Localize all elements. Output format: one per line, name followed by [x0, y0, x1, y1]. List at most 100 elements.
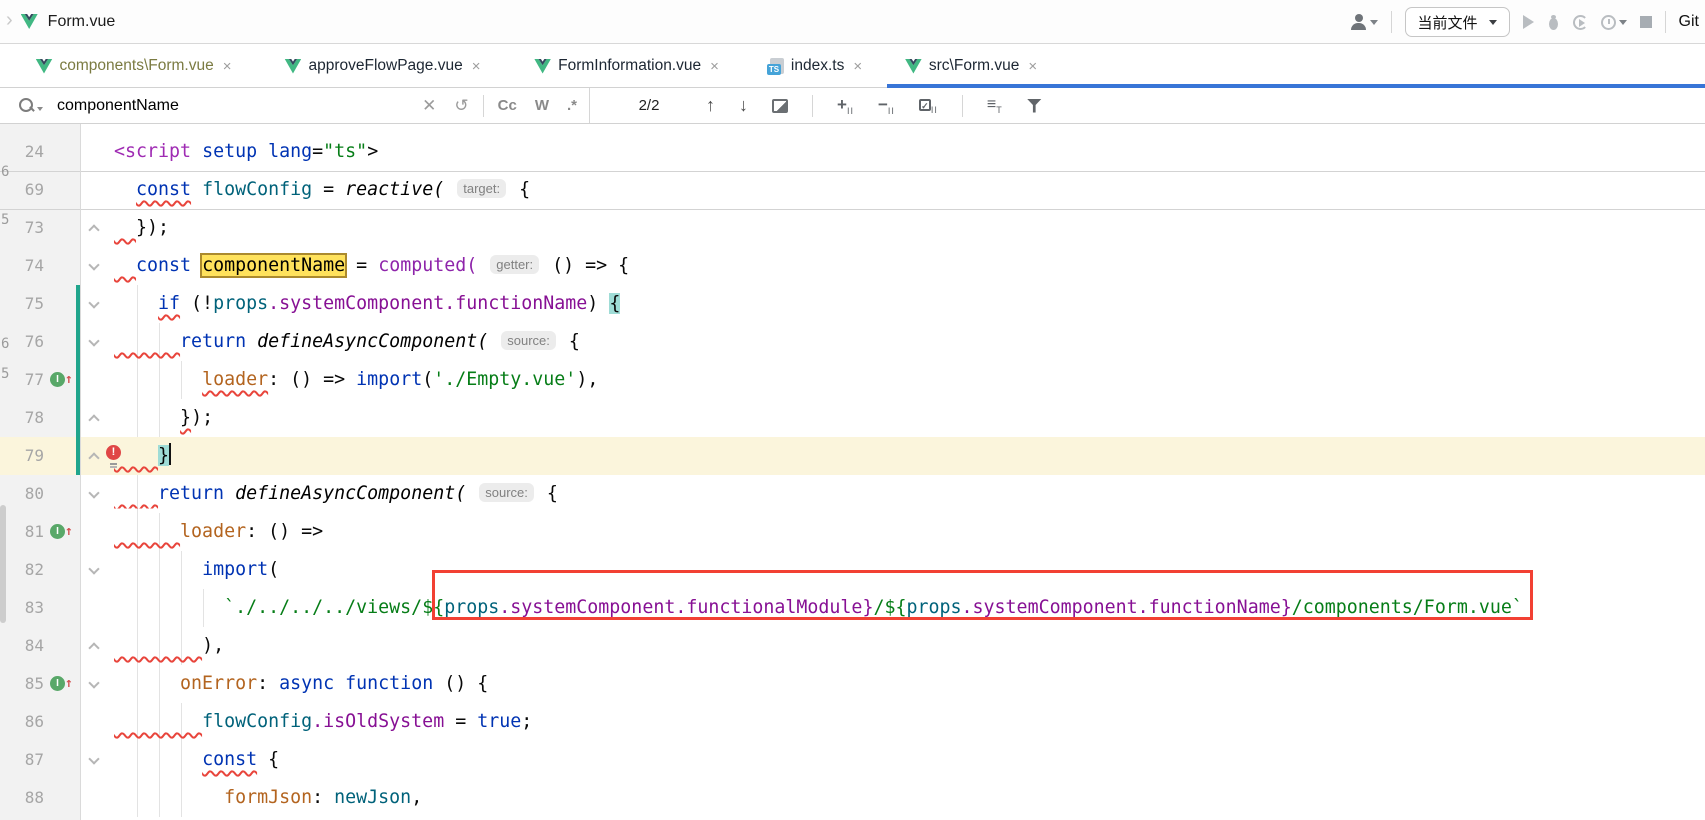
search-mode-button[interactable] — [18, 97, 43, 115]
fold-up-icon[interactable] — [88, 412, 99, 423]
code-text[interactable]: ! } — [114, 437, 1705, 475]
implementation-marker-icon[interactable]: I↑ — [50, 372, 73, 387]
run-button[interactable] — [1523, 15, 1534, 29]
code-text[interactable]: <script setup lang="ts"> — [114, 133, 1705, 171]
tab-2[interactable]: FormInformation.vue × — [508, 44, 745, 88]
fold-down-icon[interactable] — [88, 488, 99, 499]
tab-close-icon[interactable]: × — [1028, 58, 1037, 75]
fold-up-icon[interactable] — [88, 450, 99, 461]
tab-close-icon[interactable]: × — [853, 58, 862, 75]
code-segment: './Empty.vue' — [433, 369, 576, 390]
line-number: 77I↑ — [0, 361, 80, 399]
code-text[interactable]: }); — [114, 209, 1705, 247]
code-segment: } — [158, 445, 169, 466]
error-bulb-icon[interactable]: ! — [106, 445, 121, 460]
code-segment — [114, 559, 202, 580]
filter-funnel-icon[interactable] — [1027, 99, 1042, 113]
code-text[interactable]: loader: () => import('./Empty.vue'), — [114, 361, 1705, 399]
remove-occurrence-button[interactable]: −II — [878, 95, 895, 116]
code-text[interactable]: flowConfig.isOldSystem = true; — [114, 703, 1705, 741]
code-segment — [114, 407, 180, 428]
toolbar-divider — [1665, 11, 1666, 33]
user-avatar-button[interactable] — [1350, 14, 1378, 30]
open-in-find-window-button[interactable] — [772, 99, 788, 113]
next-occurrence-button[interactable]: ↓ — [739, 95, 748, 116]
code-text[interactable]: formJson: newJson, — [114, 779, 1705, 817]
regex-toggle[interactable]: .* — [567, 97, 577, 114]
code-segment: : — [257, 673, 279, 694]
implementation-marker-icon[interactable]: I↑ — [50, 676, 73, 691]
fold-down-icon[interactable] — [88, 754, 99, 765]
code-text[interactable]: return defineAsyncComponent( source: { — [114, 323, 1705, 361]
vue-file-icon — [284, 59, 301, 74]
search-field-area[interactable]: componentName ✕ ↺ Cc W .* — [0, 88, 590, 123]
search-input[interactable]: componentName — [57, 97, 179, 115]
code-segment: : — [312, 787, 334, 808]
line-number: 24 — [0, 133, 80, 171]
code-text[interactable]: const componentName = computed( getter: … — [114, 247, 1705, 285]
fold-down-icon[interactable] — [88, 336, 99, 347]
add-occurrence-button[interactable]: +II — [837, 95, 854, 116]
fold-down-icon[interactable] — [88, 564, 99, 575]
code-segment: : () => — [268, 369, 356, 390]
code-segment: = — [312, 141, 323, 162]
whole-words-toggle[interactable]: W — [535, 97, 549, 114]
code-segment: if — [158, 293, 180, 314]
run-configuration-dropdown[interactable]: 当前文件 — [1405, 7, 1510, 37]
previous-occurrence-button[interactable]: ↑ — [706, 95, 715, 116]
code-segment: , — [411, 787, 422, 808]
code-text[interactable]: if (!props.systemComponent.functionName)… — [114, 285, 1705, 323]
code-segment: }); — [136, 217, 169, 238]
code-text[interactable]: const { — [114, 741, 1705, 779]
tab-0[interactable]: components\Form.vue× — [10, 44, 257, 88]
tab-label: FormInformation.vue — [558, 57, 701, 75]
tab-3[interactable]: TSindex.ts× — [753, 44, 879, 88]
checkbox-icon: ✓ — [919, 99, 931, 111]
fold-up-icon[interactable] — [88, 222, 99, 233]
code-segment: ); — [191, 407, 213, 428]
profiler-button[interactable] — [1601, 15, 1627, 30]
search-history-icon[interactable]: ↺ — [454, 96, 468, 116]
debug-button[interactable] — [1547, 15, 1560, 30]
fold-up-icon[interactable] — [88, 640, 99, 651]
code-text[interactable]: loader: () => — [114, 513, 1705, 551]
code-line: 69 const flowConfig = reactive( target: … — [0, 171, 1705, 209]
clear-search-icon[interactable]: ✕ — [422, 96, 436, 116]
code-segment: ( — [422, 369, 433, 390]
code-editor[interactable]: 24<script setup lang="ts">69 const flowC… — [0, 124, 1705, 820]
match-case-toggle[interactable]: Cc — [498, 97, 517, 114]
tab-close-icon[interactable]: × — [223, 58, 232, 75]
code-segment: = — [312, 179, 345, 200]
git-menu[interactable]: Git — [1679, 13, 1699, 31]
tab-close-icon[interactable]: × — [710, 58, 719, 75]
filter-search-results-button[interactable]: ≡T — [987, 96, 1003, 115]
code-text[interactable]: }); — [114, 399, 1705, 437]
implementation-marker-icon[interactable]: I↑ — [50, 524, 73, 539]
tab-active[interactable]: src\Form.vue× — [887, 44, 1055, 88]
code-text[interactable]: return defineAsyncComponent( source: { — [114, 475, 1705, 513]
fold-down-icon[interactable] — [88, 678, 99, 689]
tab-close-icon[interactable]: × — [472, 58, 481, 75]
fold-down-icon[interactable] — [88, 260, 99, 271]
search-icon — [18, 97, 36, 115]
line-number: 83 — [0, 589, 80, 627]
run-with-coverage-button[interactable] — [1573, 15, 1588, 30]
select-all-occurrences-button[interactable]: ✓II — [919, 96, 938, 115]
code-segment: loader — [202, 369, 268, 390]
stop-button[interactable] — [1640, 16, 1652, 28]
code-text[interactable]: ), — [114, 627, 1705, 665]
line-number: 69 — [0, 171, 80, 209]
code-segment — [114, 217, 136, 238]
tab-1[interactable]: approveFlowPage.vue× — [265, 44, 500, 88]
gutter-icons — [80, 285, 114, 323]
toolbar-divider — [1391, 11, 1392, 33]
code-text[interactable]: const flowConfig = reactive( target: { — [114, 171, 1705, 209]
code-segment: defineAsyncComponent( — [235, 483, 466, 504]
gutter-icons — [80, 589, 114, 627]
fold-down-icon[interactable] — [88, 298, 99, 309]
vcs-change-bar[interactable] — [76, 285, 80, 475]
gutter-icons — [80, 209, 114, 247]
code-segment — [114, 787, 224, 808]
line-number: 81I↑ — [0, 513, 80, 551]
code-text[interactable]: onError: async function () { — [114, 665, 1705, 703]
